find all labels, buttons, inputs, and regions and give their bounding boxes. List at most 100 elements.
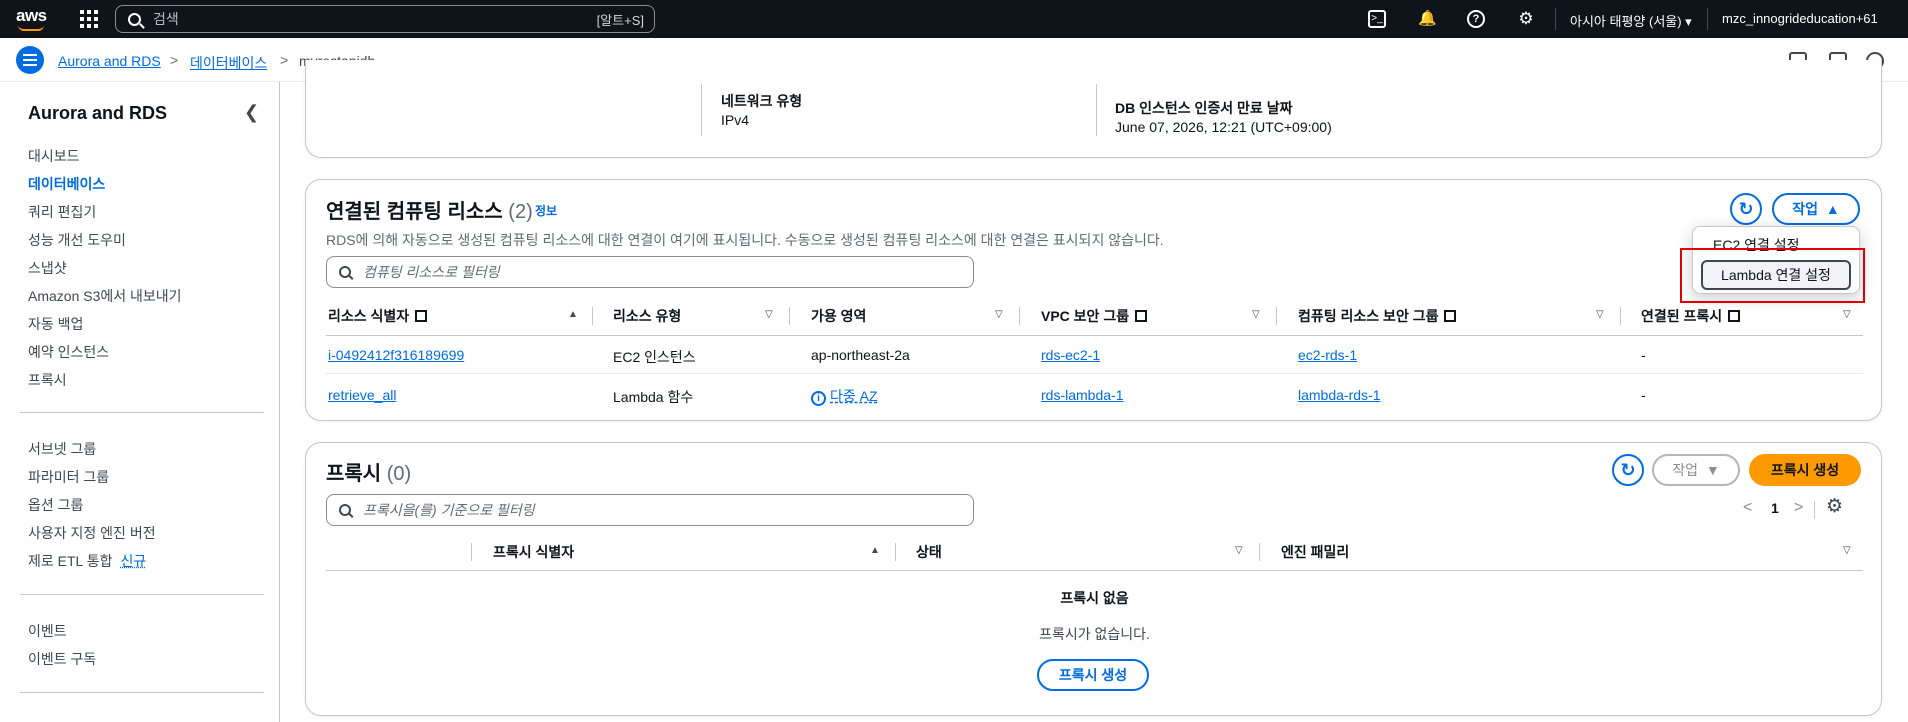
- col-availability-zone[interactable]: 가용 영역: [811, 306, 866, 326]
- external-link-icon: [415, 310, 428, 322]
- col-resource-id[interactable]: 리소스 식별자: [328, 306, 428, 326]
- sort-icon[interactable]: ▽: [1843, 545, 1851, 556]
- sidebar-item-option-groups[interactable]: 옵션 그룹: [28, 495, 83, 515]
- resource-id-link[interactable]: i-0492412f316189699: [328, 347, 464, 363]
- sidebar-item-performance-insights[interactable]: 성능 개선 도우미: [28, 230, 126, 250]
- external-link-icon: [1444, 310, 1457, 322]
- sort-icon[interactable]: ▽: [995, 309, 1003, 320]
- help-icon[interactable]: ?: [1467, 10, 1485, 28]
- sidebar-item-parameter-groups[interactable]: 파라미터 그룹: [28, 467, 109, 487]
- sidebar-item-automated-backups[interactable]: 자동 백업: [28, 314, 83, 334]
- connected-proxy: -: [1641, 347, 1646, 363]
- resource-type: EC2 인스턴스: [613, 349, 696, 365]
- gear-icon[interactable]: ⚙: [1517, 10, 1535, 28]
- connected-compute-card: 연결된 컴퓨팅 리소스 (2) 정보 RDS에 의해 자동으로 생성된 컴퓨팅 …: [305, 179, 1882, 421]
- cloudshell-icon[interactable]: >_: [1368, 10, 1386, 28]
- external-link-icon: [1135, 310, 1148, 322]
- compute-card-title: 연결된 컴퓨팅 리소스 (2): [326, 201, 533, 223]
- new-badge: 신규: [120, 553, 147, 569]
- sort-icon[interactable]: ▽: [1252, 309, 1260, 320]
- availability-zone: ap-northeast-2a: [811, 347, 910, 363]
- sort-icon[interactable]: ▽: [1596, 309, 1604, 320]
- compute-card-description: RDS에 의해 자동으로 생성된 컴퓨팅 리소스에 대한 연결이 여기에 표시됩…: [326, 232, 1164, 248]
- collapse-sidebar-icon[interactable]: ❮: [244, 102, 259, 123]
- sidebar-item-event-subscriptions[interactable]: 이벤트 구독: [28, 649, 96, 669]
- search-placeholder: 검색: [153, 11, 179, 27]
- empty-state-description: 프록시가 없습니다.: [1039, 626, 1150, 642]
- col-resource-type[interactable]: 리소스 유형: [613, 306, 681, 326]
- col-proxy-id[interactable]: 프록시 식별자: [493, 542, 574, 562]
- sidebar-item-custom-engine-versions[interactable]: 사용자 지정 엔진 버전: [28, 523, 156, 543]
- menu-toggle-button[interactable]: [16, 46, 44, 74]
- vpc-sg-link[interactable]: rds-lambda-1: [1041, 387, 1123, 403]
- sort-icon[interactable]: ▽: [1843, 309, 1851, 320]
- availability-zone-popover[interactable]: i 다중 AZ: [811, 386, 878, 406]
- compute-sg-link[interactable]: ec2-rds-1: [1298, 347, 1357, 363]
- account-menu[interactable]: mzc_innogrideducation+61: [1722, 11, 1878, 26]
- sort-ascending-icon[interactable]: ▲: [870, 545, 880, 556]
- info-icon: i: [811, 391, 826, 406]
- sidebar-item-proxies[interactable]: 프록시: [28, 370, 67, 390]
- sidebar-item-reserved-instances[interactable]: 예약 인스턴스: [28, 342, 109, 362]
- sidebar: Aurora and RDS ❮ 대시보드 데이터베이스 쿼리 편집기 성능 개…: [0, 82, 280, 722]
- cert-expiry-label: DB 인스턴스 인증서 만료 날짜: [1115, 100, 1293, 116]
- resource-id-link[interactable]: retrieve_all: [328, 387, 396, 403]
- aws-logo[interactable]: aws: [16, 6, 50, 32]
- connected-proxy: -: [1641, 387, 1646, 403]
- sidebar-item-events[interactable]: 이벤트: [28, 621, 67, 641]
- sidebar-item-zero-etl[interactable]: 제로 ETL 통합 신규: [28, 551, 146, 571]
- proxies-card-title: 프록시 (0): [326, 463, 412, 485]
- sidebar-item-snapshots[interactable]: 스냅샷: [28, 258, 67, 278]
- search-icon: [128, 12, 141, 26]
- empty-state-title: 프록시 없음: [1060, 590, 1129, 606]
- search-icon: [339, 504, 351, 516]
- top-navigation: aws 검색 [알트+S] >_ 🔔 ? ⚙ 아시아 태평양 (서울) ▾ mz…: [0, 0, 1908, 38]
- region-selector[interactable]: 아시아 태평양 (서울) ▾: [1570, 11, 1692, 30]
- sidebar-item-query-editor[interactable]: 쿼리 편집기: [28, 202, 96, 222]
- current-page[interactable]: 1: [1771, 500, 1779, 516]
- services-grid-icon[interactable]: [80, 10, 98, 28]
- instance-details-card: 네트워크 유형 IPv4 DB 인스턴스 인증서 만료 날짜 June 07, …: [305, 60, 1882, 158]
- col-compute-security-group[interactable]: 컴퓨팅 리소스 보안 그룹: [1298, 306, 1457, 326]
- chevron-right-icon: >: [280, 52, 289, 68]
- network-type-label: 네트워크 유형: [721, 93, 803, 109]
- breadcrumb-aurora-rds[interactable]: Aurora and RDS: [58, 53, 161, 69]
- next-page-icon[interactable]: >: [1794, 499, 1803, 517]
- search-shortcut: [알트+S]: [596, 12, 644, 28]
- empty-create-proxy-button[interactable]: 프록시 생성: [1037, 659, 1149, 691]
- create-proxy-button[interactable]: 프록시 생성: [1749, 454, 1861, 486]
- sidebar-item-databases[interactable]: 데이터베이스: [28, 174, 105, 194]
- col-connected-proxy[interactable]: 연결된 프록시: [1641, 306, 1741, 326]
- proxy-filter-input[interactable]: 프록시을(를) 기준으로 필터링: [326, 494, 974, 526]
- sort-ascending-icon[interactable]: ▲: [568, 309, 578, 320]
- vpc-sg-link[interactable]: rds-ec2-1: [1041, 347, 1100, 363]
- resource-type: Lambda 함수: [613, 389, 694, 405]
- compute-filter-input[interactable]: 컴퓨팅 리소스로 필터링: [326, 256, 974, 288]
- refresh-button[interactable]: ↻: [1612, 454, 1644, 486]
- compute-sg-link[interactable]: lambda-rds-1: [1298, 387, 1380, 403]
- proxies-card: 프록시 (0) ↻ 작업 ▼ 프록시 생성 프록시을(를) 기준으로 필터링 <…: [305, 442, 1882, 716]
- sort-icon[interactable]: ▽: [1235, 545, 1243, 556]
- col-status[interactable]: 상태: [916, 542, 942, 562]
- network-type-value: IPv4: [721, 112, 750, 128]
- external-link-icon: [1728, 310, 1741, 322]
- refresh-button[interactable]: ↻: [1730, 193, 1762, 225]
- sidebar-item-subnet-groups[interactable]: 서브넷 그룹: [28, 439, 96, 459]
- actions-button[interactable]: 작업 ▲: [1772, 193, 1860, 225]
- highlight-box: [1680, 248, 1865, 303]
- compute-info-link[interactable]: 정보: [535, 202, 557, 219]
- bell-icon[interactable]: 🔔: [1418, 10, 1437, 28]
- global-search-input[interactable]: 검색 [알트+S]: [115, 5, 655, 33]
- gear-icon[interactable]: ⚙: [1826, 495, 1843, 518]
- sidebar-title: Aurora and RDS: [28, 103, 168, 123]
- sidebar-item-dashboard[interactable]: 대시보드: [28, 146, 80, 166]
- sort-icon[interactable]: ▽: [765, 309, 773, 320]
- proxy-actions-button[interactable]: 작업 ▼: [1652, 454, 1740, 486]
- prev-page-icon[interactable]: <: [1743, 499, 1752, 517]
- search-icon: [339, 266, 351, 278]
- sidebar-item-s3-exports[interactable]: Amazon S3에서 내보내기: [28, 286, 182, 306]
- breadcrumb-databases[interactable]: 데이터베이스: [190, 53, 267, 73]
- col-vpc-security-group[interactable]: VPC 보안 그룹: [1041, 306, 1148, 326]
- chevron-right-icon: >: [170, 52, 179, 68]
- col-engine-family[interactable]: 엔진 패밀리: [1281, 542, 1349, 562]
